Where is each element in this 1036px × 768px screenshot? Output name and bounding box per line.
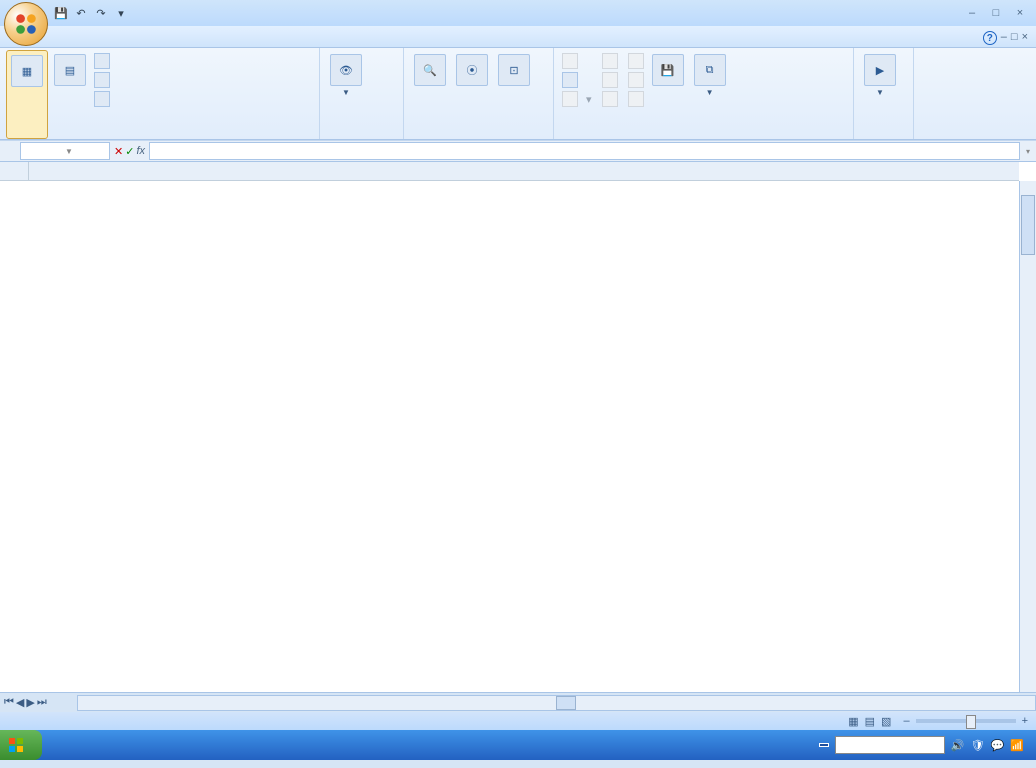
tray-icon[interactable]: 🛡 [971,739,985,752]
spreadsheet-grid[interactable] [0,162,1036,692]
ribbon-minimize-button[interactable]: – [1001,31,1007,45]
ribbon-close-button[interactable]: × [1022,31,1028,45]
expand-formula-icon[interactable]: ▾ [1020,147,1036,156]
title-bar: 💾 ↶ ↷ ▾ – □ × [0,0,1036,26]
language-indicator[interactable] [819,743,829,747]
last-sheet-icon[interactable]: ⏭ [37,696,47,709]
select-all-corner[interactable] [0,162,29,180]
vertical-scrollbar[interactable] [1019,181,1036,692]
zoom-button[interactable]: 🔍 [410,50,450,139]
name-box[interactable]: ▼ [20,142,110,160]
arrange-all-button[interactable] [560,71,594,89]
tray-icon[interactable]: 🔊 [951,739,965,752]
custom-views-button[interactable] [92,71,116,89]
new-window-button[interactable] [560,52,594,70]
full-screen-button[interactable] [92,90,116,108]
view-page-icon[interactable]: ▤ [865,715,875,728]
show-hide-button[interactable]: 👁▼ [326,50,366,139]
minimize-button[interactable]: – [962,7,982,19]
formula-bar: ▼ ✕ ✓ fx ▾ [0,140,1036,162]
win-opt-2[interactable] [626,71,646,89]
zoom-in-icon[interactable]: + [1022,715,1028,727]
split-button[interactable] [600,52,620,70]
win-opt-3[interactable] [626,90,646,108]
page-break-preview-button[interactable] [92,52,116,70]
status-bar: ▦ ▤ ▧ – + [0,712,1036,730]
unhide-button[interactable] [600,90,620,108]
view-normal-icon[interactable]: ▦ [848,715,858,728]
redo-icon[interactable]: ↷ [92,4,110,22]
tray-icon[interactable]: 📶 [1010,739,1024,752]
first-sheet-icon[interactable]: ⏮ [4,696,14,709]
close-button[interactable]: × [1010,7,1030,19]
office-button[interactable] [4,2,48,46]
system-tray: 🔊 🛡 💬 📶 [813,736,1036,754]
formula-input[interactable] [149,142,1020,160]
help-controls: ? – □ × [979,29,1036,47]
ribbon-restore-button[interactable]: □ [1011,31,1018,45]
hide-button[interactable] [600,71,620,89]
start-button[interactable] [0,730,42,760]
prev-sheet-icon[interactable]: ◀ [16,696,24,709]
horizontal-scrollbar[interactable] [77,695,1036,711]
quick-access-toolbar: 💾 ↶ ↷ ▾ [52,4,130,22]
macros-button[interactable]: ▶▼ [860,50,900,139]
windows-taskbar: 🔊 🛡 💬 📶 [0,730,1036,760]
freeze-panes-button[interactable]: ▾ [560,90,594,108]
ribbon: ▦ ▤ 👁▼ 🔍 ⦿ ⊡ ▾ [0,48,1036,140]
help-icon[interactable]: ? [983,31,997,45]
switch-windows-button[interactable]: ⧉▼ [690,50,730,139]
tray-icon[interactable]: 💬 [991,739,1005,752]
view-page-layout-button[interactable]: ▤ [50,50,90,139]
undo-icon[interactable]: ↶ [72,4,90,22]
next-sheet-icon[interactable]: ▶ [26,696,34,709]
maximize-button[interactable]: □ [986,7,1006,19]
save-icon[interactable]: 💾 [52,4,70,22]
fx-icon[interactable]: fx [136,145,145,157]
zoom-selection-button[interactable]: ⊡ [494,50,534,139]
enter-formula-icon[interactable]: ✓ [125,145,134,158]
zoom-out-icon[interactable]: – [903,715,909,727]
qat-dropdown-icon[interactable]: ▾ [112,4,130,22]
window-controls: – □ × [962,7,1036,19]
sheet-tab-bar: ⏮ ◀ ▶ ⏭ [0,692,1036,712]
save-workspace-button[interactable]: 💾 [648,50,688,139]
view-normal-button[interactable]: ▦ [6,50,48,139]
win-opt-1[interactable] [626,52,646,70]
view-break-icon[interactable]: ▧ [881,715,891,728]
ribbon-tabs: ? – □ × [0,26,1036,48]
cancel-formula-icon[interactable]: ✕ [114,145,123,158]
zoom-100-button[interactable]: ⦿ [452,50,492,139]
desktop-search-input[interactable] [835,736,945,754]
zoom-slider[interactable] [916,719,1016,723]
